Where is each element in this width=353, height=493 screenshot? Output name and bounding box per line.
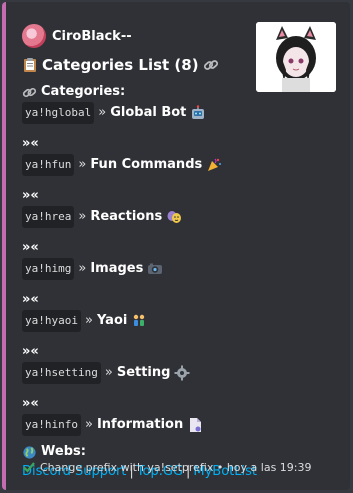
embed: CiroBlack-- Categories List (8) Categori… [2,2,350,490]
robot-icon [190,105,206,121]
command-code: ya!hfun [22,154,75,176]
footer-text: Change prefix with ya!setprefix • hoy a … [40,460,312,474]
embed-footer: Change prefix with ya!setprefix • hoy a … [22,460,312,474]
link-icon [22,85,37,100]
gear-icon [174,365,190,381]
webs-heading: Webs: [22,442,336,462]
embed-author: CiroBlack-- [22,24,132,48]
camera-icon [147,261,163,277]
globe-icon [22,445,37,460]
clipboard-icon [22,57,38,73]
category-row-reactions: ya!hrea » Reactions [22,206,336,228]
title-text: Categories List (8) [42,56,199,74]
category-row-information: ya!hinfo » Information [22,414,336,436]
command-code: ya!himg [22,258,75,280]
categories-heading-label: Categories: [41,84,126,99]
category-row-fun: ya!hfun » Fun Commands [22,154,336,176]
separator: »« [22,188,39,203]
separator: »« [22,240,39,255]
command-code: ya!hrea [22,206,75,228]
category-label: Images [90,261,144,276]
arrow: » [84,417,93,432]
command-code: ya!hsetting [22,362,101,384]
embed-title: Categories List (8) [22,56,219,74]
arrow: » [78,261,87,276]
embed-description: Categories: ya!hglobal » Global Bot »« y… [22,82,336,482]
category-row-global: ya!hglobal » Global Bot [22,102,336,124]
couple-icon [131,313,147,329]
author-avatar[interactable] [22,24,46,48]
arrow: » [78,157,87,172]
check-icon [22,460,36,474]
link-icon [203,57,219,73]
category-row-images: ya!himg » Images [22,258,336,280]
party-popper-icon [206,157,222,173]
command-code: ya!hyaoi [22,310,81,332]
arrow: » [84,313,93,328]
category-row-setting: ya!hsetting » Setting [22,362,336,384]
separator: »« [22,344,39,359]
category-label: Global Bot [110,105,187,120]
webs-heading-label: Webs: [41,444,86,459]
category-label: Fun Commands [90,157,203,172]
command-code: ya!hinfo [22,414,81,436]
command-code: ya!hglobal [22,102,95,124]
category-label: Reactions [90,209,163,224]
category-label: Information [96,417,184,432]
theater-masks-icon [166,209,182,225]
arrow: » [104,365,113,380]
separator: »« [22,292,39,307]
author-name[interactable]: CiroBlack-- [52,29,132,44]
document-icon [187,417,203,433]
separator: »« [22,396,39,411]
categories-heading: Categories: [22,82,336,102]
arrow: » [98,105,107,120]
category-label: Yaoi [96,313,128,328]
category-label: Setting [116,365,171,380]
category-row-yaoi: ya!hyaoi » Yaoi [22,310,336,332]
separator: »« [22,136,39,151]
arrow: » [78,209,87,224]
